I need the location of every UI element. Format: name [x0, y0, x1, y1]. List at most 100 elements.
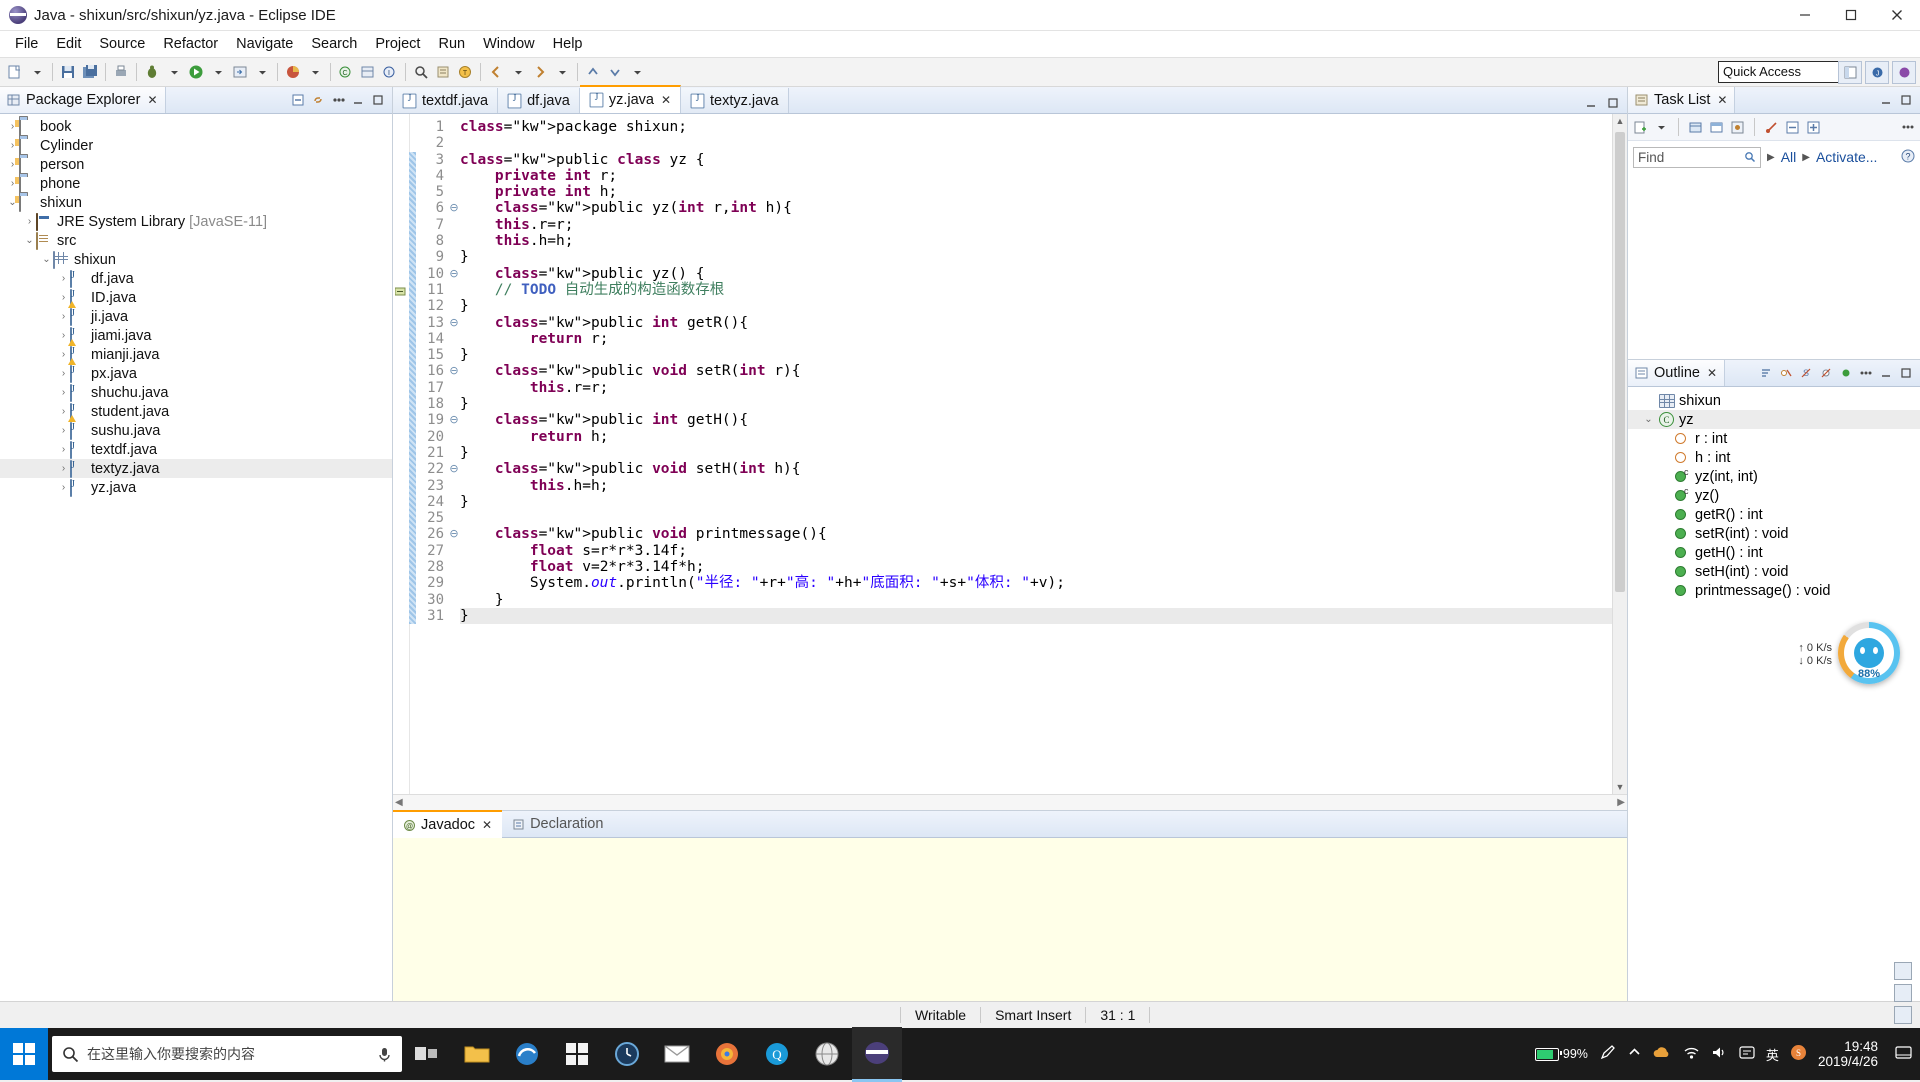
code-line[interactable]: System.out.println("半径: "+r+"高: "+h+"底面积… — [460, 575, 1612, 591]
scroll-right-icon[interactable]: ▶ — [1617, 797, 1625, 808]
new-interface-icon[interactable]: I — [380, 61, 400, 83]
expand-arrow-icon[interactable]: › — [57, 273, 70, 284]
minimize-view-icon[interactable] — [1877, 365, 1894, 382]
outline-item-yz-int-int-[interactable]: c yz(int, int) — [1628, 467, 1920, 486]
open-type-icon[interactable]: T — [455, 61, 475, 83]
status-icon-3[interactable] — [1894, 1006, 1912, 1024]
tree-item-jre-system-library[interactable]: › JRE System Library [JavaSE-11] — [0, 212, 392, 231]
expand-arrow-icon[interactable]: › — [57, 444, 70, 455]
microsoft-store-button[interactable] — [552, 1028, 602, 1080]
menu-item-refactor[interactable]: Refactor — [154, 33, 227, 55]
qq-browser-button[interactable]: Q — [752, 1028, 802, 1080]
menu-item-source[interactable]: Source — [90, 33, 154, 55]
outline-tree[interactable]: shixun ⌄ Cyz r : int h : int c yz(int, int) c yz… — [1628, 387, 1920, 600]
code-line[interactable]: float v=2*r*3.14f*h; — [460, 559, 1612, 575]
tab-javadoc[interactable]: @ Javadoc ✕ — [393, 810, 503, 838]
editor-vertical-scrollbar[interactable]: ▲ ▼ — [1612, 114, 1627, 794]
maximize-button[interactable] — [1828, 0, 1874, 30]
eclipse-taskbar-button[interactable] — [852, 1026, 902, 1082]
firefox-button[interactable] — [702, 1028, 752, 1080]
debug-icon[interactable] — [142, 61, 162, 83]
tree-item-textdf-java[interactable]: › textdf.java — [0, 440, 392, 459]
code-line[interactable]: class="kw">public void setH(int h){ — [460, 461, 1612, 477]
task-view-menu-icon[interactable] — [1899, 119, 1916, 136]
source-editor[interactable]: 1 2 3 4 5 6 7 8 9 10 11 12 13 14 15 16 17 18 19 20 21 22 23 24 2… — [393, 114, 1627, 794]
code-line[interactable]: float s=r*r*3.14f; — [460, 543, 1612, 559]
annotation-dropdown-icon[interactable] — [627, 61, 647, 83]
scrollbar-thumb[interactable] — [1615, 132, 1625, 592]
expand-arrow-icon[interactable]: › — [57, 368, 70, 379]
todo-marker-icon[interactable] — [394, 284, 406, 296]
close-icon[interactable]: ✕ — [147, 93, 157, 107]
code-line[interactable]: this.h=h; — [460, 478, 1612, 494]
tab-declaration[interactable]: Declaration — [502, 811, 613, 837]
outline-item-geth-int[interactable]: getH() : int — [1628, 543, 1920, 562]
new-dropdown-icon[interactable] — [27, 61, 47, 83]
new-task-icon[interactable] — [1632, 119, 1649, 136]
start-button[interactable] — [0, 1028, 48, 1080]
maximize-view-icon[interactable] — [369, 92, 386, 109]
expand-arrow-icon[interactable]: › — [57, 425, 70, 436]
expand-arrow-icon[interactable]: › — [57, 311, 70, 322]
floating-assistant-ball[interactable]: 88% — [1838, 622, 1900, 684]
menu-item-window[interactable]: Window — [474, 33, 544, 55]
fold-toggle-icon[interactable]: ⊖ — [448, 412, 460, 428]
code-line[interactable]: class="kw">package shixun; — [460, 119, 1612, 135]
minimize-view-icon[interactable] — [349, 92, 366, 109]
sort-icon[interactable] — [1757, 365, 1774, 382]
run-external-icon[interactable] — [230, 61, 250, 83]
expand-all-icon[interactable] — [1805, 119, 1822, 136]
code-line[interactable]: } — [460, 607, 1612, 625]
task-view-button[interactable] — [402, 1028, 452, 1080]
menu-item-edit[interactable]: Edit — [47, 33, 90, 55]
ime-status-icon[interactable] — [1739, 1045, 1755, 1063]
menu-item-run[interactable]: Run — [429, 33, 474, 55]
minimize-view-icon[interactable] — [1877, 92, 1894, 109]
expand-arrow-icon[interactable]: › — [57, 463, 70, 474]
code-line[interactable]: } — [460, 445, 1612, 461]
run-icon[interactable] — [186, 61, 206, 83]
java-perspective-button[interactable]: J — [1865, 61, 1889, 84]
view-menu-icon[interactable] — [329, 92, 346, 109]
collapse-all-icon[interactable] — [1784, 119, 1801, 136]
print-icon[interactable] — [111, 61, 131, 83]
status-icon-1[interactable] — [1894, 962, 1912, 980]
code-content[interactable]: class="kw">package shixun; class="kw">pu… — [460, 114, 1612, 794]
coverage-icon[interactable] — [283, 61, 303, 83]
tree-item-phone[interactable]: › phone — [0, 174, 392, 193]
categorize-icon[interactable] — [1687, 119, 1704, 136]
fold-toggle-icon[interactable]: ⊖ — [448, 526, 460, 542]
ime-language-label[interactable]: 英 — [1766, 1045, 1779, 1064]
quick-access-input[interactable]: Quick Access — [1718, 61, 1842, 83]
battery-indicator[interactable]: 99% — [1534, 1047, 1588, 1061]
fold-toggle-icon[interactable]: ⊖ — [448, 363, 460, 379]
code-line[interactable]: } — [460, 249, 1612, 265]
link-with-editor-icon[interactable] — [309, 92, 326, 109]
debug-dropdown-icon[interactable] — [164, 61, 184, 83]
status-icon-2[interactable] — [1894, 984, 1912, 1002]
taskbar-clock[interactable]: 19:48 2019/4/26 — [1818, 1039, 1884, 1069]
outline-tab[interactable]: Outline ✕ — [1628, 360, 1726, 386]
help-icon[interactable]: ? — [1901, 149, 1915, 166]
outline-item-seth-int-void[interactable]: setH(int) : void — [1628, 562, 1920, 581]
fold-toggle-icon[interactable]: ⊖ — [448, 461, 460, 477]
schedule-icon[interactable] — [1708, 119, 1725, 136]
annotation-ruler[interactable] — [393, 114, 410, 794]
editor-tab-yz-java[interactable]: yz.java ✕ — [579, 85, 682, 113]
scroll-up-icon[interactable]: ▲ — [1613, 114, 1627, 128]
menu-item-help[interactable]: Help — [544, 33, 592, 55]
minimize-button[interactable] — [1782, 0, 1828, 30]
fold-toggle-icon[interactable]: ⊖ — [448, 266, 460, 282]
code-line[interactable]: } — [460, 396, 1612, 412]
code-line[interactable]: class="kw">public void setR(int r){ — [460, 363, 1612, 379]
tree-item-cylinder[interactable]: › Cylinder — [0, 136, 392, 155]
new-task-dropdown-icon[interactable] — [1653, 119, 1670, 136]
outline-item-yz[interactable]: ⌄ Cyz — [1628, 410, 1920, 429]
file-explorer-button[interactable] — [452, 1028, 502, 1080]
editor-tab-df-java[interactable]: df.java — [498, 88, 580, 113]
clock-app-button[interactable] — [602, 1028, 652, 1080]
maximize-view-icon[interactable] — [1897, 365, 1914, 382]
outline-item-r-int[interactable]: r : int — [1628, 429, 1920, 448]
code-line[interactable]: class="kw">public int getH(){ — [460, 412, 1612, 428]
package-explorer-tab[interactable]: Package Explorer ✕ — [0, 87, 166, 113]
